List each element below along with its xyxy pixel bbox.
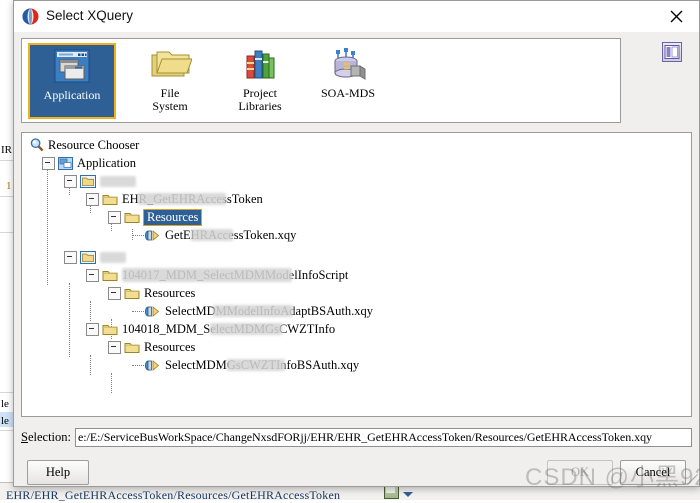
tree-node-project-ehr[interactable]: [22, 172, 691, 190]
tree-expand-toggle[interactable]: [108, 340, 121, 354]
source-item-label: SOA-MDS: [320, 86, 375, 100]
tree-node-resources-selected[interactable]: Resources: [22, 208, 691, 226]
tree-node-label: Resources: [144, 339, 196, 354]
background-status-path: EHR/EHR_GetEHRAccessToken/Resources/GetE…: [6, 488, 341, 502]
source-selector-box: Application File System Project Librarie…: [21, 38, 621, 123]
application-node-icon: [58, 156, 73, 170]
tree-node-selectmdm-adapt-xqy[interactable]: SelectMDMModelInfoAdaptBSAuth.xqy: [22, 302, 691, 320]
folder-icon: [102, 323, 118, 336]
tree-connector: [132, 235, 144, 236]
tree-node-label: Application: [77, 155, 137, 170]
database-icon: [304, 43, 392, 87]
tree-node-ehr-getehraccesstoken[interactable]: EHR_GetEHRAccessToken: [22, 190, 691, 208]
xquery-file-icon: [144, 229, 161, 242]
selection-label: Selection:: [21, 429, 71, 444]
resource-tree: Resource Chooser Application Resources R…: [22, 133, 691, 393]
tree-expand-toggle[interactable]: [108, 286, 121, 300]
tree-node-root[interactable]: Resource Chooser: [22, 136, 691, 154]
application-windows-icon: [30, 45, 114, 89]
source-item-label: Application: [43, 88, 101, 102]
background-text-fragment: IR: [1, 144, 12, 156]
tree-connector: [132, 311, 144, 312]
panel-layout-icon[interactable]: [662, 42, 682, 62]
selection-row: Selection:: [21, 426, 692, 448]
cancel-button[interactable]: Cancel: [620, 460, 686, 485]
tree-expand-toggle[interactable]: [86, 322, 99, 336]
background-text-fragment: le: [1, 398, 9, 410]
chevron-down-icon[interactable]: [403, 492, 413, 497]
redacted-overlay: [213, 304, 293, 317]
tree-node-resources[interactable]: Resources: [22, 338, 691, 356]
tree-expand-toggle[interactable]: [86, 192, 99, 206]
redacted-overlay: [138, 192, 226, 205]
source-item-label: Project Libraries: [238, 86, 282, 113]
source-item-file-system[interactable]: File System: [126, 43, 214, 119]
books-icon: [216, 43, 304, 87]
redacted-label: [100, 175, 136, 187]
tree-expand-toggle[interactable]: [86, 268, 99, 282]
redacted-label: [100, 251, 126, 263]
close-icon[interactable]: [654, 1, 699, 31]
ok-button: OK: [547, 460, 613, 485]
xquery-file-icon: [144, 359, 161, 372]
background-text-fragment: le: [1, 415, 9, 427]
redacted-overlay: [227, 358, 285, 371]
redacted-overlay: [122, 267, 292, 282]
source-item-label: File System: [152, 86, 188, 113]
background-text-fragment: 1: [6, 180, 12, 192]
selection-label-rest: election:: [27, 429, 71, 444]
tree-node-selectmdm-cwzt-xqy[interactable]: SelectMDMGsCWZTInfoBSAuth.xqy: [22, 356, 691, 374]
resize-grip[interactable]: [685, 472, 699, 486]
tree-expand-toggle[interactable]: [42, 156, 55, 170]
selection-input[interactable]: [75, 427, 692, 447]
tree-expand-toggle[interactable]: [64, 250, 77, 264]
magnifier-icon: [30, 138, 44, 152]
tree-node-104017[interactable]: 104017_MDM_SelectMDMModelInfoScript: [22, 266, 691, 284]
source-selector-strip: Application File System Project Librarie…: [14, 32, 699, 130]
source-item-application[interactable]: Application: [28, 43, 116, 119]
select-xquery-dialog: Select XQuery Application File System Pr…: [13, 0, 700, 487]
resource-tree-panel[interactable]: Resource Chooser Application Resources R…: [21, 132, 692, 417]
tree-root-label: Resource Chooser: [48, 137, 140, 152]
tree-expand-toggle[interactable]: [64, 174, 77, 188]
folder-icon: [124, 287, 140, 300]
folder-open-blue-icon: [80, 250, 96, 264]
tree-connector: [132, 365, 144, 366]
dialog-title: Select XQuery: [46, 8, 134, 23]
source-item-project-libraries[interactable]: Project Libraries: [216, 43, 304, 119]
tree-expand-toggle[interactable]: [108, 210, 121, 224]
xquery-file-icon: [144, 305, 161, 318]
redacted-overlay: [191, 228, 233, 241]
tree-node-project-mdm[interactable]: [22, 248, 691, 266]
tree-connector: [111, 373, 112, 393]
source-item-soa-mds[interactable]: SOA-MDS: [304, 43, 392, 119]
oracle-jdev-icon: [22, 8, 39, 25]
folder-icon: [102, 269, 118, 282]
tree-node-label: Resources: [144, 285, 196, 300]
redacted-overlay: [210, 322, 282, 335]
dialog-titlebar: Select XQuery: [14, 1, 699, 33]
folder-stack-icon: [126, 43, 214, 87]
folder-icon: [102, 193, 118, 206]
folder-icon: [124, 341, 140, 354]
folder-open-blue-icon: [80, 174, 96, 188]
background-status-icon: [384, 485, 399, 499]
tree-node-104018[interactable]: 104018_MDM_SelectMDMGsCWZTInfo: [22, 320, 691, 338]
tree-node-resources[interactable]: Resources: [22, 284, 691, 302]
tree-node-application[interactable]: Application: [22, 154, 691, 172]
help-button[interactable]: Help: [27, 460, 89, 485]
tree-node-label: Resources: [143, 208, 203, 226]
tree-node-getehraccesstoken-xqy[interactable]: GetEHRAccessToken.xqy: [22, 226, 691, 244]
folder-icon: [124, 211, 140, 224]
